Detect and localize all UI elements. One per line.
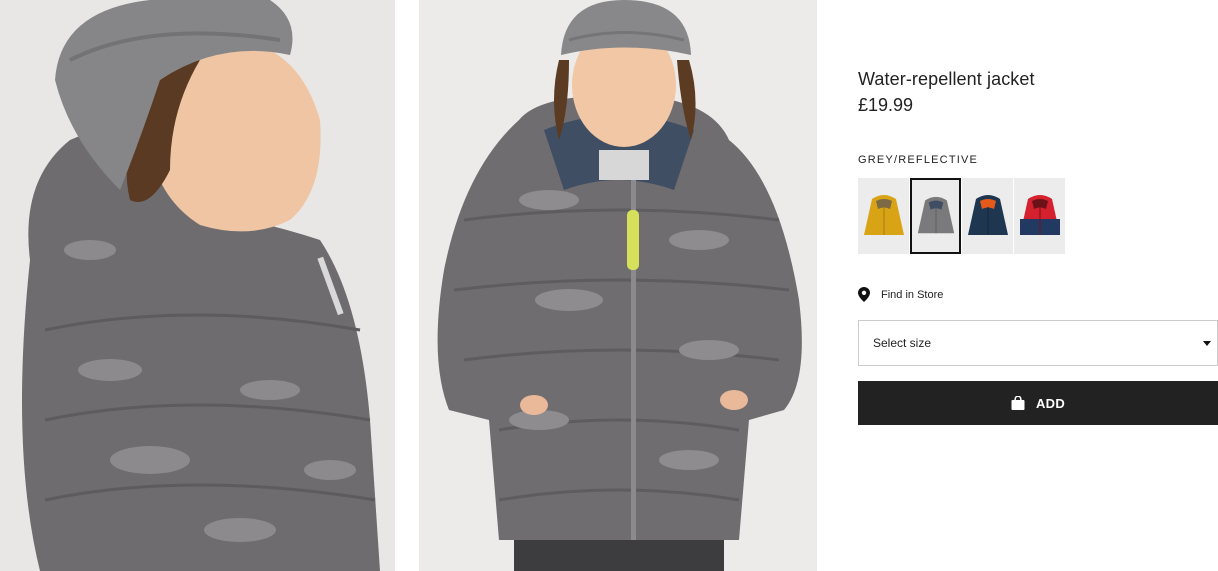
jacket-thumbnail-icon [1019,195,1060,235]
swatch-yellow[interactable] [858,178,909,254]
swatch-red-blue[interactable] [1014,178,1065,254]
swatch-grey-reflective[interactable] [910,178,961,254]
size-select-label: Select size [873,336,932,350]
add-to-bag-button[interactable]: ADD [858,381,1218,425]
swatch-dark-blue[interactable] [962,178,1013,254]
product-image-side[interactable] [0,0,395,571]
location-pin-icon [858,287,870,302]
find-in-store-label: Find in Store [881,288,944,301]
caret-down-icon [1203,341,1211,346]
selected-color-name: GREY/REFLECTIVE [858,154,979,166]
jacket-thumbnail-icon [863,195,904,235]
product-price: £19.99 [858,95,914,115]
product-info-panel: Water-repellent jacket £19.99 GREY/REFLE… [858,0,1218,571]
child-front-view-photo [419,0,817,571]
product-title: Water-repellent jacket [858,69,1035,89]
product-image-front[interactable] [419,0,817,571]
jacket-thumbnail-icon [917,196,954,234]
shopping-bag-icon [1011,396,1025,410]
color-swatches [858,178,1066,254]
find-in-store-link[interactable]: Find in Store [858,287,943,302]
add-button-label: ADD [1035,395,1066,411]
size-select[interactable]: Select size [858,320,1218,366]
child-side-view-photo [0,0,395,571]
jacket-thumbnail-icon [967,195,1008,235]
